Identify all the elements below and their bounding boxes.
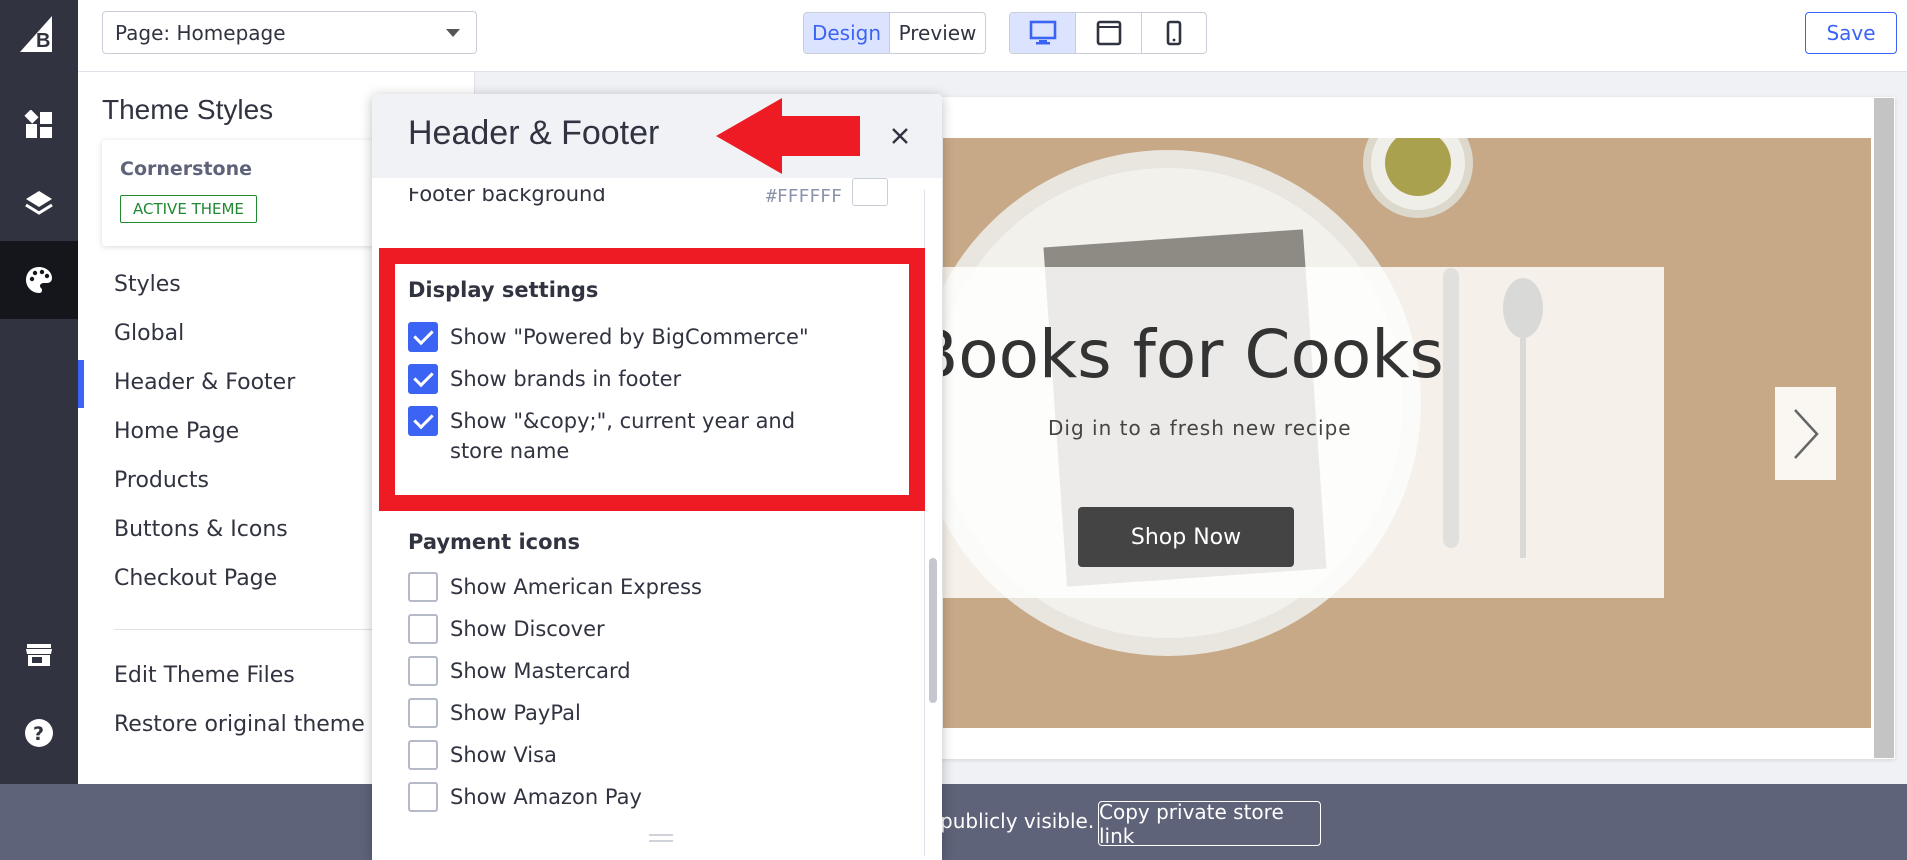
top-toolbar: Page: Homepage Design Preview Save bbox=[78, 0, 1907, 72]
dashboard-icon[interactable] bbox=[0, 86, 78, 164]
checkbox-amex[interactable] bbox=[408, 572, 438, 602]
checkbox-amex-label: Show American Express bbox=[450, 575, 702, 599]
sidebar-item-checkout-page[interactable]: Checkout Page bbox=[114, 566, 277, 591]
checkbox-discover-label: Show Discover bbox=[450, 617, 605, 641]
svg-text:B: B bbox=[36, 30, 50, 52]
preview-scrollbar-thumb[interactable] bbox=[1874, 98, 1894, 758]
sidebar-item-styles[interactable]: Styles bbox=[114, 272, 181, 297]
panel-title: Header & Footer bbox=[408, 114, 660, 152]
svg-text:?: ? bbox=[33, 723, 44, 745]
chevron-down-icon bbox=[446, 29, 460, 37]
active-nav-indicator bbox=[78, 360, 84, 408]
footer-background-swatch[interactable] bbox=[852, 178, 888, 206]
sidebar-item-home-page[interactable]: Home Page bbox=[114, 419, 239, 444]
copy-private-store-link-button[interactable]: Copy private store link bbox=[1098, 800, 1321, 848]
sidebar-item-buttons-icons[interactable]: Buttons & Icons bbox=[114, 517, 288, 542]
sidebar-item-products[interactable]: Products bbox=[114, 468, 209, 493]
footer-background-value: #FFFFFF bbox=[766, 186, 842, 207]
palette-icon[interactable] bbox=[0, 241, 78, 319]
store-visibility-text: publicly visible. bbox=[940, 809, 1095, 833]
panel-scrollbar-thumb[interactable] bbox=[929, 558, 937, 703]
panel-resize-grip-icon[interactable] bbox=[649, 834, 673, 842]
checkbox-visa-label: Show Visa bbox=[450, 743, 557, 767]
hero-title: Books for Cooks bbox=[943, 316, 1444, 393]
shop-now-button[interactable]: Shop Now bbox=[1078, 507, 1294, 567]
checkbox-amazon-pay-label: Show Amazon Pay bbox=[450, 785, 642, 809]
save-button[interactable]: Save bbox=[1805, 12, 1897, 54]
mobile-icon[interactable] bbox=[1142, 13, 1206, 53]
display-settings-highlight-box bbox=[379, 248, 925, 511]
sidebar-item-global[interactable]: Global bbox=[114, 321, 184, 346]
layers-icon[interactable] bbox=[0, 164, 78, 242]
footer-background-label: Footer background bbox=[408, 182, 606, 206]
red-arrow-annotation-icon bbox=[716, 98, 862, 178]
sidebar-item-header-footer[interactable]: Header & Footer bbox=[114, 370, 295, 395]
storefront-icon[interactable] bbox=[0, 616, 78, 694]
left-navigation-rail: B ? bbox=[0, 0, 78, 784]
payment-icons-title: Payment icons bbox=[408, 530, 580, 554]
edit-theme-files-link[interactable]: Edit Theme Files bbox=[114, 663, 295, 688]
close-icon[interactable] bbox=[882, 118, 918, 154]
checkbox-visa[interactable] bbox=[408, 740, 438, 770]
checkbox-discover[interactable] bbox=[408, 614, 438, 644]
preview-mode-button[interactable]: Preview bbox=[890, 13, 985, 53]
hero-text-layer: Books for Cooks Dig in to a fresh new re… bbox=[943, 138, 1871, 728]
checkbox-paypal[interactable] bbox=[408, 698, 438, 728]
active-theme-badge: ACTIVE THEME bbox=[120, 195, 257, 223]
panel-scrollbar[interactable] bbox=[924, 190, 938, 856]
bigcommerce-logo[interactable]: B bbox=[18, 14, 60, 56]
checkbox-paypal-label: Show PayPal bbox=[450, 701, 581, 725]
theme-name: Cornerstone bbox=[120, 158, 253, 180]
device-toggle bbox=[1009, 12, 1207, 54]
page-select-dropdown[interactable]: Page: Homepage bbox=[102, 11, 477, 54]
carousel-next-arrow-icon[interactable] bbox=[1775, 387, 1836, 480]
desktop-icon[interactable] bbox=[1010, 13, 1076, 53]
restore-theme-styles-link[interactable]: Restore original theme sty bbox=[114, 712, 405, 737]
sidebar-title: Theme Styles bbox=[102, 94, 274, 125]
design-mode-button[interactable]: Design bbox=[804, 13, 890, 53]
hero-subtitle: Dig in to a fresh new recipe bbox=[1048, 416, 1352, 440]
view-mode-toggle: Design Preview bbox=[803, 12, 986, 54]
checkbox-mastercard-label: Show Mastercard bbox=[450, 659, 631, 683]
page-select-value: Page: Homepage bbox=[115, 20, 286, 45]
checkbox-mastercard[interactable] bbox=[408, 656, 438, 686]
tablet-icon[interactable] bbox=[1076, 13, 1142, 53]
help-icon[interactable]: ? bbox=[0, 694, 78, 772]
checkbox-amazon-pay[interactable] bbox=[408, 782, 438, 812]
